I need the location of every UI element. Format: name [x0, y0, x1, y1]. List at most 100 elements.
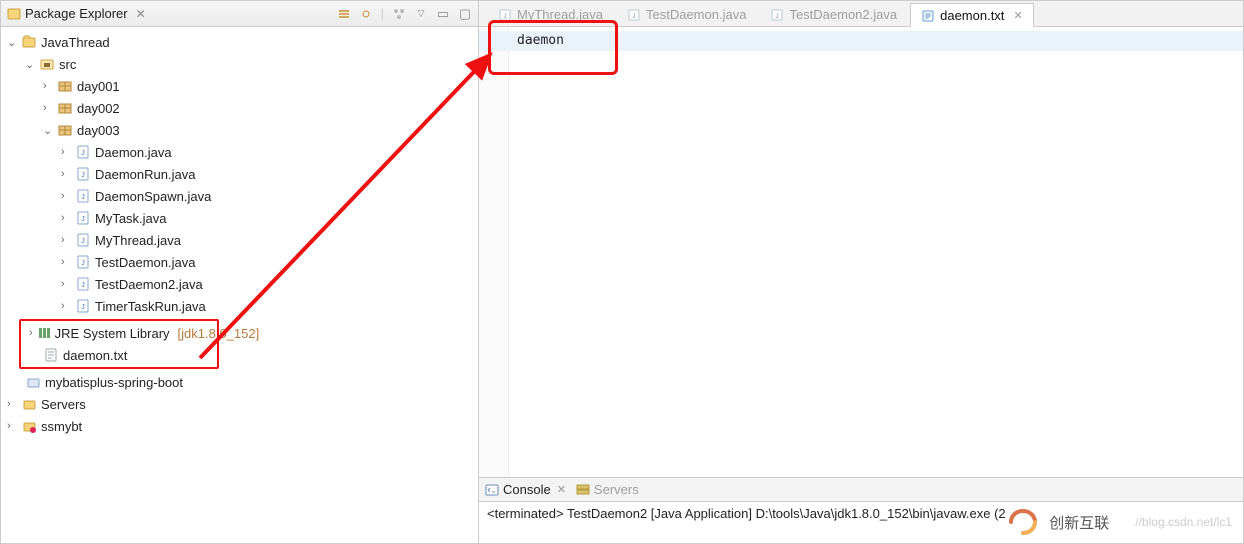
- tree-servers[interactable]: › Servers: [1, 393, 478, 415]
- close-icon[interactable]: ✕: [136, 7, 146, 21]
- tree-label: TestDaemon.java: [95, 255, 195, 270]
- servers-icon: [576, 483, 590, 497]
- editor-content[interactable]: daemon: [509, 27, 1243, 477]
- tree-label: MyTask.java: [95, 211, 167, 226]
- tree-label: Daemon.java: [95, 145, 172, 160]
- tree-project[interactable]: ⌄ JavaThread: [1, 31, 478, 53]
- svg-text:J: J: [81, 282, 85, 289]
- chevron-down-icon[interactable]: ⌄: [7, 36, 17, 49]
- close-icon[interactable]: ✕: [557, 483, 566, 496]
- svg-text:J: J: [81, 194, 85, 201]
- package-icon: [57, 78, 73, 94]
- editor-tabs: J MyThread.java J TestDaemon.java J Test…: [479, 1, 1243, 27]
- tab-label: TestDaemon.java: [646, 7, 746, 22]
- tree-file-daemonrun[interactable]: › J DaemonRun.java: [1, 163, 478, 185]
- chevron-right-icon[interactable]: ›: [61, 168, 71, 180]
- tab-label: Console: [503, 482, 551, 497]
- tab-daemon-txt[interactable]: daemon.txt ✕: [910, 3, 1034, 27]
- chevron-right-icon[interactable]: ›: [7, 420, 17, 432]
- tab-testdaemon2[interactable]: J TestDaemon2.java: [759, 2, 908, 26]
- chevron-right-icon[interactable]: ›: [29, 327, 33, 339]
- tree-project-mybatis[interactable]: mybatisplus-spring-boot: [1, 371, 478, 393]
- collapse-all-icon[interactable]: [337, 7, 351, 21]
- tree-src[interactable]: ⌄ src: [1, 53, 478, 75]
- svg-text:J: J: [81, 216, 85, 223]
- close-icon[interactable]: ✕: [1013, 9, 1022, 22]
- chevron-right-icon[interactable]: ›: [61, 234, 71, 246]
- tree-file-daemon[interactable]: › J Daemon.java: [1, 141, 478, 163]
- library-icon: [37, 325, 51, 341]
- menu-triangle-icon[interactable]: ▽: [414, 7, 428, 21]
- java-file-icon: J: [75, 210, 91, 226]
- svg-text:J: J: [81, 172, 85, 179]
- tree-file-mytask[interactable]: › J MyTask.java: [1, 207, 478, 229]
- package-icon: [57, 100, 73, 116]
- tab-mythread[interactable]: J MyThread.java: [487, 2, 614, 26]
- chevron-right-icon[interactable]: ›: [61, 190, 71, 202]
- editor-panel: J MyThread.java J TestDaemon.java J Test…: [479, 1, 1243, 543]
- tree-file-testdaemon[interactable]: › J TestDaemon.java: [1, 251, 478, 273]
- java-file-icon: J: [75, 188, 91, 204]
- tree-label: DaemonRun.java: [95, 167, 195, 182]
- editor-line: daemon: [517, 33, 1235, 52]
- tab-servers[interactable]: Servers: [576, 482, 639, 497]
- java-file-icon: J: [498, 8, 512, 22]
- svg-text:J: J: [81, 304, 85, 311]
- chevron-right-icon[interactable]: ›: [61, 146, 71, 158]
- tree-jre-library[interactable]: › JRE System Library [jdk1.8.0_152]: [21, 322, 217, 344]
- chevron-right-icon[interactable]: ›: [7, 398, 17, 410]
- tree-file-daemonspawn[interactable]: › J DaemonSpawn.java: [1, 185, 478, 207]
- package-icon: [57, 122, 73, 138]
- tree-label: day002: [77, 101, 120, 116]
- tree-label: daemon.txt: [63, 348, 127, 363]
- java-file-icon: J: [75, 166, 91, 182]
- tree-file-daemon-txt[interactable]: daemon.txt: [21, 344, 217, 366]
- tree-file-mythread[interactable]: › J MyThread.java: [1, 229, 478, 251]
- tree-label: day003: [77, 123, 120, 138]
- svg-text:J: J: [81, 150, 85, 157]
- tree-package-day003[interactable]: ⌄ day003: [1, 119, 478, 141]
- text-file-icon: [43, 347, 59, 363]
- chevron-right-icon[interactable]: ›: [43, 102, 53, 114]
- tree-label: day001: [77, 79, 120, 94]
- tree-file-timertaskrun[interactable]: ›JTimerTaskRun.java: [1, 295, 478, 317]
- tree-package-day001[interactable]: › day001: [1, 75, 478, 97]
- java-file-icon: J: [75, 232, 91, 248]
- console-output: <terminated> TestDaemon2 [Java Applicati…: [479, 502, 1243, 525]
- tree-label: ssmybt: [41, 419, 82, 434]
- chevron-down-icon[interactable]: ⌄: [43, 124, 53, 137]
- tab-label: TestDaemon2.java: [789, 7, 897, 22]
- chevron-down-icon[interactable]: ⌄: [25, 58, 35, 71]
- project-tree[interactable]: ⌄ JavaThread ⌄ src: [1, 27, 478, 543]
- svg-text:J: J: [81, 260, 85, 267]
- maximize-icon[interactable]: ▢: [458, 7, 472, 21]
- tree-label: src: [59, 57, 76, 72]
- console-icon: [485, 483, 499, 497]
- chevron-right-icon[interactable]: ›: [61, 278, 71, 290]
- tree-package-day002[interactable]: › day002: [1, 97, 478, 119]
- chevron-right-icon[interactable]: ›: [61, 256, 71, 268]
- console-panel: Console ✕ Servers <terminated> TestDaemo…: [479, 477, 1243, 543]
- chevron-right-icon[interactable]: ›: [61, 300, 71, 312]
- package-explorer-icon: [7, 7, 21, 21]
- tree-ssmybt[interactable]: › ssmybt: [1, 415, 478, 437]
- tab-console[interactable]: Console ✕: [485, 482, 566, 497]
- tree-label: DaemonSpawn.java: [95, 189, 211, 204]
- editor-area[interactable]: 1 daemon: [479, 27, 1243, 477]
- java-file-icon: J: [75, 298, 91, 314]
- text-file-icon: [921, 9, 935, 23]
- chevron-right-icon[interactable]: ›: [43, 80, 53, 92]
- filter-icon[interactable]: [392, 7, 406, 21]
- tab-label: MyThread.java: [517, 7, 603, 22]
- svg-text:J: J: [81, 238, 85, 245]
- tree-label: MyThread.java: [95, 233, 181, 248]
- minimize-icon[interactable]: ▭: [436, 7, 450, 21]
- link-editor-icon[interactable]: [359, 7, 373, 21]
- chevron-right-icon[interactable]: ›: [61, 212, 71, 224]
- editor-gutter: 1: [479, 27, 509, 477]
- tree-file-testdaemon2[interactable]: ›JTestDaemon2.java: [1, 273, 478, 295]
- tab-testdaemon[interactable]: J TestDaemon.java: [616, 2, 757, 26]
- tree-label: JavaThread: [41, 35, 110, 50]
- java-file-icon: J: [75, 254, 91, 270]
- java-file-icon: J: [75, 276, 91, 292]
